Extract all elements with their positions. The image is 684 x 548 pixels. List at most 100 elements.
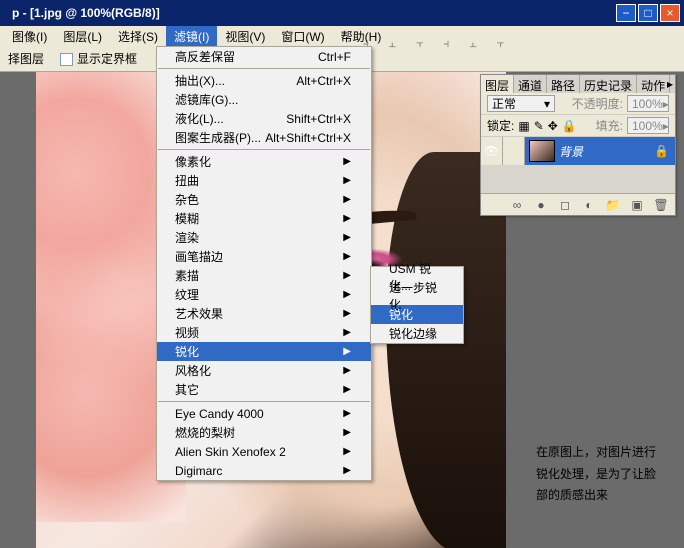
link-layers-icon[interactable]: ∞: [509, 198, 525, 212]
opacity-label: 不透明度:: [572, 95, 623, 112]
menu-item[interactable]: 渲染▶: [157, 228, 371, 247]
layer-style-icon[interactable]: ●: [533, 198, 549, 212]
separator: [158, 68, 370, 69]
menu-item[interactable]: Digimarc▶: [157, 461, 371, 480]
panel-tab[interactable]: 历史记录: [580, 75, 637, 93]
submenu-arrow-icon: ▶: [343, 427, 351, 438]
submenu-arrow-icon: ▶: [343, 289, 351, 300]
menu-item[interactable]: Eye Candy 4000▶: [157, 404, 371, 423]
new-layer-icon[interactable]: ▣: [629, 198, 645, 212]
submenu-item[interactable]: 锐化边缘: [371, 324, 463, 343]
fill-input[interactable]: 100%▸: [627, 117, 669, 134]
lock-row: 锁定: ▦ ✎ ✥ 🔒 填充: 100%▸: [481, 115, 675, 137]
menu-2[interactable]: 选择(S): [110, 26, 166, 47]
window-title: p - [1.jpg @ 100%(RGB/8)]: [4, 6, 614, 20]
distribute-icon[interactable]: ⫟: [497, 36, 504, 51]
menu-item[interactable]: 滤镜库(G)...: [157, 90, 371, 109]
minimize-button[interactable]: −: [616, 4, 636, 22]
blend-mode-select[interactable]: 正常▾: [487, 95, 555, 112]
lock-paint-icon[interactable]: ✎: [534, 119, 544, 133]
menu-3[interactable]: 滤镜(I): [166, 26, 217, 47]
menu-item[interactable]: 其它▶: [157, 380, 371, 399]
visibility-toggle[interactable]: 👁: [481, 137, 503, 165]
lock-transparent-icon[interactable]: ▦: [518, 119, 529, 133]
menu-item[interactable]: 锐化▶: [157, 342, 371, 361]
panel-tab[interactable]: 图层: [481, 75, 514, 93]
layer-name: 背景: [559, 143, 583, 160]
link-col[interactable]: [503, 137, 525, 165]
submenu-arrow-icon: ▶: [343, 346, 351, 357]
menu-item[interactable]: 图案生成器(P)...Alt+Shift+Ctrl+X: [157, 128, 371, 147]
submenu-arrow-icon: ▶: [343, 251, 351, 262]
close-button[interactable]: ×: [660, 4, 680, 22]
submenu-arrow-icon: ▶: [343, 156, 351, 167]
panel-tab[interactable]: 动作: [637, 75, 670, 93]
distribute-icon[interactable]: ⫠: [469, 36, 476, 51]
menu-item[interactable]: 像素化▶: [157, 152, 371, 171]
layer-thumbnail: [529, 140, 555, 162]
submenu-arrow-icon: ▶: [343, 308, 351, 319]
menu-item[interactable]: 高反差保留Ctrl+F: [157, 47, 371, 66]
menu-item[interactable]: Alien Skin Xenofex 2▶: [157, 442, 371, 461]
submenu-arrow-icon: ▶: [343, 270, 351, 281]
panel-tab[interactable]: 路径: [547, 75, 580, 93]
checkbox-icon: [60, 53, 73, 66]
align-icon[interactable]: ⫠: [389, 36, 396, 51]
opacity-input[interactable]: 100%▸: [627, 95, 669, 112]
menu-4[interactable]: 视图(V): [217, 26, 273, 47]
menu-item[interactable]: 燃烧的梨树▶: [157, 423, 371, 442]
submenu-arrow-icon: ▶: [343, 213, 351, 224]
bounding-box-toggle[interactable]: 显示定界框: [60, 50, 137, 67]
menu-item[interactable]: 抽出(X)...Alt+Ctrl+X: [157, 71, 371, 90]
delete-layer-icon[interactable]: 🗑: [653, 198, 669, 212]
annotation-text: 在原图上，对图片进行锐化处理，是为了让脸部的质感出来: [536, 442, 656, 507]
submenu-arrow-icon: ▶: [343, 384, 351, 395]
align-icons: ⫞ ⫠ ⫟ ⫞ ⫠ ⫟: [363, 36, 504, 51]
new-group-icon[interactable]: 📁: [605, 198, 621, 212]
submenu-arrow-icon: ▶: [343, 365, 351, 376]
separator: [158, 149, 370, 150]
toolbar-label: 择图层: [8, 50, 44, 67]
blend-row: 正常▾ 不透明度: 100%▸: [481, 93, 675, 115]
chevron-down-icon: ▸: [663, 119, 669, 133]
submenu-arrow-icon: ▶: [343, 327, 351, 338]
menu-1[interactable]: 图层(L): [55, 26, 110, 47]
submenu-arrow-icon: ▶: [343, 175, 351, 186]
lock-label: 锁定:: [487, 117, 514, 134]
distribute-icon[interactable]: ⫞: [443, 36, 449, 51]
separator: [158, 401, 370, 402]
lock-move-icon[interactable]: ✥: [548, 119, 558, 133]
align-icon[interactable]: ⫟: [416, 36, 423, 51]
submenu-arrow-icon: ▶: [343, 408, 351, 419]
menu-item[interactable]: 艺术效果▶: [157, 304, 371, 323]
layer-mask-icon[interactable]: ◻: [557, 198, 573, 212]
submenu-item[interactable]: 进一步锐化: [371, 286, 463, 305]
layers-empty-area: [481, 165, 675, 193]
menu-item[interactable]: 扭曲▶: [157, 171, 371, 190]
adjustment-layer-icon[interactable]: ◐: [581, 198, 597, 212]
menu-item[interactable]: 纹理▶: [157, 285, 371, 304]
menu-item[interactable]: 液化(L)...Shift+Ctrl+X: [157, 109, 371, 128]
sharpen-submenu: USM 锐化...进一步锐化锐化锐化边缘: [370, 266, 464, 344]
panel-tabs: 图层通道路径历史记录动作▸: [481, 75, 675, 93]
panel-tab[interactable]: 通道: [514, 75, 547, 93]
menu-item[interactable]: 视频▶: [157, 323, 371, 342]
panel-menu-icon[interactable]: ▸: [667, 77, 673, 91]
maximize-button[interactable]: □: [638, 4, 658, 22]
layer-row-background[interactable]: 👁 背景 🔒: [481, 137, 675, 165]
lock-icon: 🔒: [654, 144, 669, 158]
menu-item[interactable]: 素描▶: [157, 266, 371, 285]
menu-item[interactable]: 模糊▶: [157, 209, 371, 228]
menu-item[interactable]: 杂色▶: [157, 190, 371, 209]
lock-all-icon[interactable]: 🔒: [562, 119, 577, 133]
menu-item[interactable]: 风格化▶: [157, 361, 371, 380]
menu-item[interactable]: 画笔描边▶: [157, 247, 371, 266]
title-bar: p - [1.jpg @ 100%(RGB/8)] − □ ×: [0, 0, 684, 26]
layers-panel: 图层通道路径历史记录动作▸ 正常▾ 不透明度: 100%▸ 锁定: ▦ ✎ ✥ …: [480, 74, 676, 216]
chevron-down-icon: ▸: [663, 97, 669, 111]
chevron-down-icon: ▾: [544, 97, 550, 111]
menu-5[interactable]: 窗口(W): [273, 26, 332, 47]
fill-label: 填充:: [596, 117, 623, 134]
menu-0[interactable]: 图像(I): [4, 26, 55, 47]
submenu-arrow-icon: ▶: [343, 465, 351, 476]
